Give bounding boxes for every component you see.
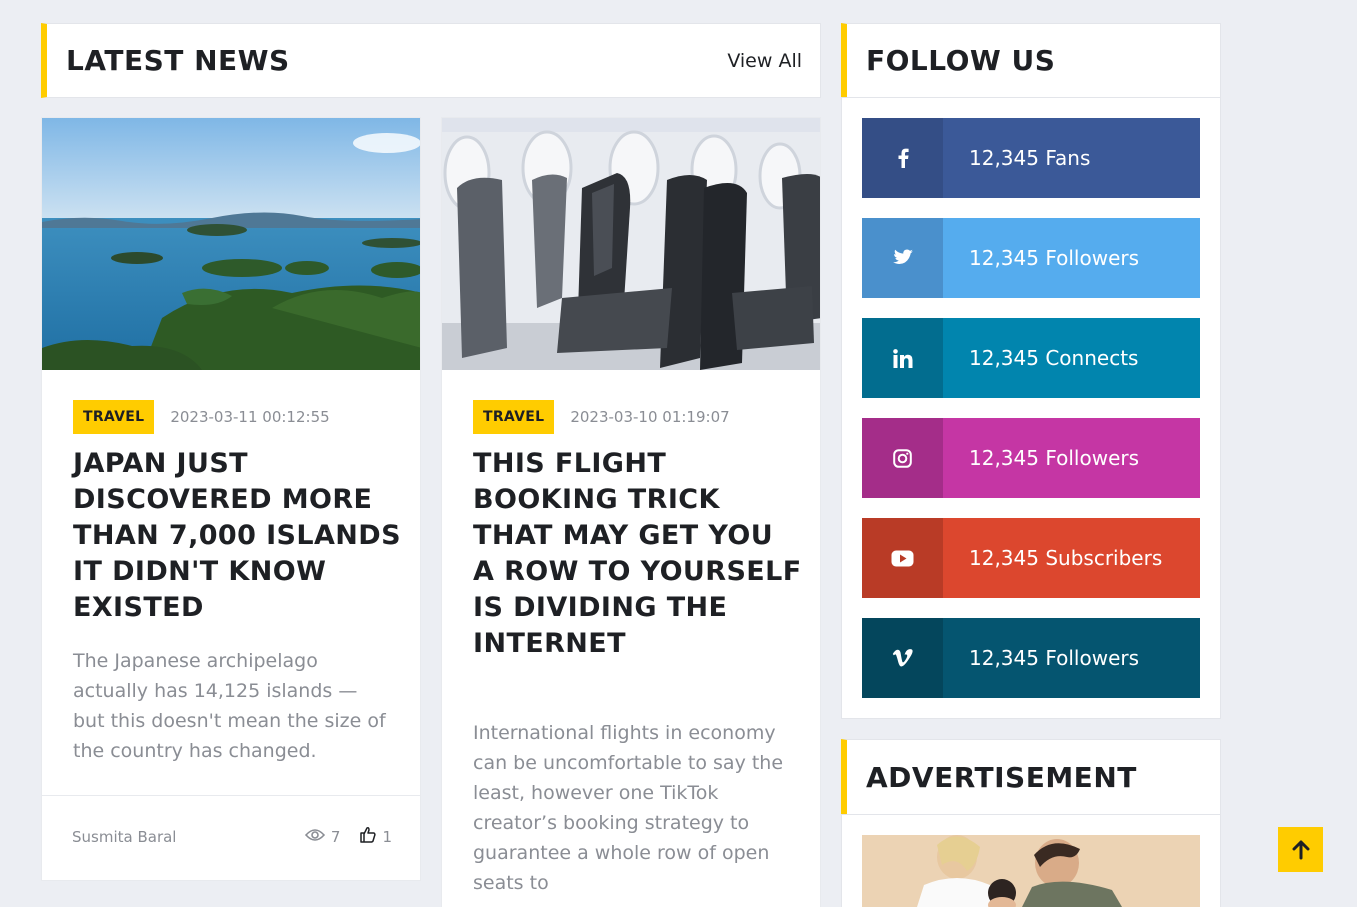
back-to-top-button[interactable]: [1278, 827, 1323, 872]
advertisement-banner[interactable]: [862, 835, 1200, 907]
article-card[interactable]: TRAVEL 2023-03-10 01:19:07 THIS FLIGHT B…: [441, 117, 821, 907]
advertisement-image: [862, 835, 1200, 907]
article-image-airplane-seats[interactable]: [442, 118, 820, 370]
youtube-icon: [862, 518, 943, 598]
article-excerpt: International flights in economy can be …: [473, 722, 784, 894]
follow-us-title: FOLLOW US: [866, 44, 1056, 77]
social-facebook[interactable]: 12,345 Fans: [862, 118, 1200, 198]
vimeo-icon: [862, 618, 943, 698]
article-headline[interactable]: JAPAN JUST DISCOVERED MORE THAN 7,000 IS…: [73, 446, 403, 626]
article-author[interactable]: Susmita Baral: [72, 828, 176, 846]
article-meta: TRAVEL 2023-03-10 01:19:07: [473, 400, 730, 434]
article-footer: Susmita Baral 7 1: [42, 795, 420, 880]
social-twitter[interactable]: 12,345 Followers: [862, 218, 1200, 298]
latest-news-header: LATEST NEWS View All: [41, 23, 821, 98]
article-meta: TRAVEL 2023-03-11 00:12:55: [73, 400, 330, 434]
social-count: 12,345 Connects: [969, 346, 1139, 370]
islands-image: [42, 118, 420, 370]
article-stats: 7 1: [304, 826, 392, 847]
category-badge[interactable]: TRAVEL: [73, 400, 155, 434]
airplane-seats-image: [442, 118, 820, 370]
advertisement-title: ADVERTISEMENT: [866, 760, 1137, 794]
social-count: 12,345 Subscribers: [969, 546, 1163, 570]
article-image-islands[interactable]: [42, 118, 420, 370]
linkedin-icon: [862, 318, 943, 398]
social-count: 12,345 Followers: [969, 446, 1140, 470]
article-card[interactable]: TRAVEL 2023-03-11 00:12:55 JAPAN JUST DI…: [41, 117, 421, 881]
instagram-icon: [862, 418, 943, 498]
follow-us-header: FOLLOW US: [841, 23, 1221, 98]
arrow-up-icon: [1292, 840, 1309, 859]
article-headline[interactable]: THIS FLIGHT BOOKING TRICK THAT MAY GET Y…: [473, 446, 803, 662]
view-count: 7: [330, 827, 341, 846]
like-count: 1: [382, 827, 392, 846]
social-vimeo[interactable]: 12,345 Followers: [862, 618, 1200, 698]
thumbs-up-icon[interactable]: [360, 826, 377, 847]
social-count: 12,345 Followers: [969, 246, 1140, 270]
latest-news-title: LATEST NEWS: [66, 44, 290, 77]
eye-icon: [304, 828, 325, 846]
article-date: 2023-03-10 01:19:07: [570, 408, 730, 426]
facebook-icon: [862, 118, 943, 198]
social-youtube[interactable]: 12,345 Subscribers: [862, 518, 1200, 598]
social-count: 12,345 Fans: [969, 146, 1091, 170]
advertisement-header: ADVERTISEMENT: [841, 739, 1221, 815]
view-all-link[interactable]: View All: [727, 50, 802, 72]
social-count: 12,345 Followers: [969, 646, 1140, 670]
category-badge[interactable]: TRAVEL: [473, 400, 555, 434]
social-linkedin[interactable]: 12,345 Connects: [862, 318, 1200, 398]
article-excerpt: The Japanese archipelago actually has 14…: [73, 650, 386, 762]
twitter-icon: [862, 218, 943, 298]
social-instagram[interactable]: 12,345 Followers: [862, 418, 1200, 498]
article-date: 2023-03-11 00:12:55: [170, 408, 330, 426]
